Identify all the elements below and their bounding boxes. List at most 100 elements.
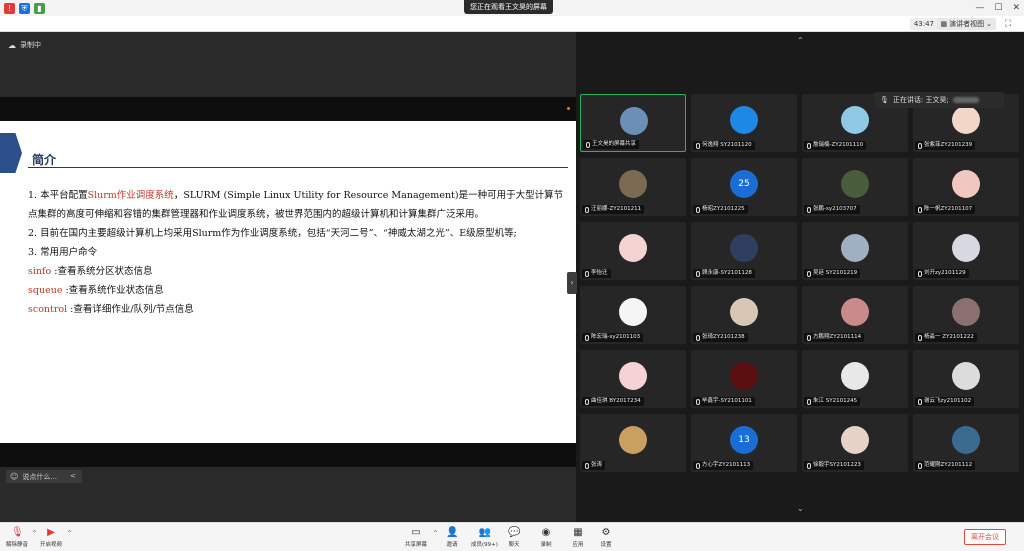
speaker-view-button[interactable]: ▦ 演讲者视图 ⌄ — [936, 18, 996, 30]
participant-tile[interactable]: 汪丽娜-ZY2101211 — [580, 158, 686, 216]
collapse-gallery-handle[interactable]: › — [567, 272, 577, 294]
command-scontrol: scontrol :查看详细作业/队列/节点信息 — [28, 300, 568, 319]
participant-tile[interactable]: 谢云飞zy2101102 — [913, 350, 1019, 408]
participant-name: 范耀刚ZY2101112 — [924, 462, 973, 468]
mic-muted-icon — [585, 334, 589, 341]
window-controls: — ☐ ✕ — [975, 0, 1020, 16]
avatar — [730, 106, 758, 134]
participant-name-tag: 王文昊的屏幕共享 — [583, 140, 640, 149]
signal-icon[interactable]: ▮ — [34, 2, 45, 14]
participant-name: 陈一帆ZY2101107 — [924, 206, 973, 212]
start-video-button[interactable]: ▶ 开启视频 — [40, 527, 62, 548]
avatar — [952, 106, 980, 134]
shield-icon[interactable]: ⛨ — [19, 2, 30, 14]
participant-tile[interactable]: 杨淼一 ZY2101222 — [913, 286, 1019, 344]
alert-icon[interactable]: ! — [4, 2, 15, 14]
participant-name-tag: 张琦ZY2101238 — [693, 333, 748, 342]
members-button[interactable]: 👥 成员(99+) — [471, 527, 498, 548]
participant-tile[interactable]: 张涛 — [580, 414, 686, 472]
grid-icon: ▦ — [940, 20, 948, 28]
shared-screen: ☁ 录制中 简介 1. 本平台配置Slurm作业调度系统，SLURM (Simp… — [0, 32, 576, 522]
chat-button[interactable]: 💬 聊天 — [508, 527, 520, 548]
participant-tile[interactable]: 25 杨昭ZY2101225 — [691, 158, 797, 216]
mic-muted-icon — [696, 270, 700, 277]
presentation-slide: 简介 1. 本平台配置Slurm作业调度系统，SLURM (Simple Lin… — [0, 121, 576, 443]
settings-label: 设置 — [600, 542, 612, 548]
participant-tile[interactable]: 刘开zy2101129 — [913, 222, 1019, 280]
record-button[interactable]: ◉ 录制 — [540, 527, 552, 548]
mic-muted-icon — [696, 398, 700, 405]
participant-tile[interactable]: 张琦ZY2101238 — [691, 286, 797, 344]
participant-tile[interactable]: 吴廷 SY2101219 — [802, 222, 908, 280]
participant-tile[interactable]: 何逸翔 SY2101120 — [691, 94, 797, 152]
status-icons: ! ⛨ ▮ — [0, 2, 45, 14]
chat-label: 聊天 — [508, 542, 520, 548]
participant-name: 顾永康-SY2101128 — [702, 270, 752, 276]
invite-button[interactable]: 👤 邀请 — [446, 527, 458, 548]
participant-tile[interactable]: 毕鑫宇-SY2101101 — [691, 350, 797, 408]
participant-tile[interactable]: 李怡迁 — [580, 222, 686, 280]
blurred-name — [952, 97, 979, 103]
participant-name: 方鹏翔ZY2101114 — [813, 334, 862, 340]
close-icon[interactable]: ✕ — [1012, 0, 1020, 16]
participant-tile[interactable]: 朱江 SY2101245 — [802, 350, 908, 408]
leave-meeting-button[interactable]: 离开会议 — [964, 529, 1006, 545]
share-screen-button[interactable]: ▭ 共享屏幕 — [405, 527, 427, 548]
participant-tile[interactable]: 方鹏翔ZY2101114 — [802, 286, 908, 344]
slide-divider — [28, 167, 568, 168]
participant-name: 谢云飞zy2101102 — [924, 398, 972, 404]
record-icon: ◉ — [541, 527, 551, 538]
participant-name: 张琦ZY2101238 — [702, 334, 745, 340]
settings-button[interactable]: ⚙ 设置 — [600, 527, 612, 548]
emoji-icon[interactable]: ☺ — [10, 472, 18, 481]
speaker-view-label: 演讲者视图 — [949, 20, 985, 28]
command-desc: :查看系统作业状态信息 — [62, 285, 164, 296]
active-speaker-banner: 🎙 正在讲话: 王文昊; — [874, 92, 1004, 108]
participant-name: 张鹏-sy2103707 — [813, 206, 857, 212]
participant-name-tag: 方鹏翔ZY2101114 — [804, 333, 865, 342]
participant-name-tag: 詹瑞楠-ZY2101110 — [804, 141, 867, 150]
gallery-scroll-up-icon[interactable]: ⌃ — [797, 36, 804, 45]
cloud-icon: ☁ — [8, 40, 16, 50]
unmute-button[interactable]: 🎙 解除静音 — [6, 527, 28, 548]
video-options-icon[interactable]: ^ — [67, 530, 72, 537]
participant-tile[interactable]: 徐毅宇SY2101223 — [802, 414, 908, 472]
minimize-icon[interactable]: — — [975, 0, 984, 16]
participant-tile[interactable]: 张鹏-sy2103707 — [802, 158, 908, 216]
chevron-down-icon: ⌄ — [986, 20, 992, 28]
participant-tile[interactable]: 王文昊的屏幕共享 — [580, 94, 686, 152]
apps-button[interactable]: ▦ 应用 — [572, 527, 584, 548]
participant-name: 汪丽娜-ZY2101211 — [591, 206, 642, 212]
mic-muted-icon — [586, 141, 590, 148]
share-screen-icon: ▭ — [411, 527, 421, 538]
avatar — [952, 298, 980, 326]
participant-name-tag: 徐毅宇SY2101223 — [804, 461, 864, 470]
participant-tile[interactable]: 陈一帆ZY2101107 — [913, 158, 1019, 216]
gear-icon: ⚙ — [601, 527, 611, 538]
gallery-scroll-down-icon[interactable]: ⌄ — [797, 504, 804, 513]
mic-muted-icon — [585, 270, 589, 277]
share-screen-label: 共享屏幕 — [405, 542, 428, 548]
avatar — [620, 107, 648, 135]
participant-tile[interactable]: 13 方心宇ZY2101113 — [691, 414, 797, 472]
audio-options-icon[interactable]: ^ — [32, 530, 37, 537]
share-options-icon[interactable]: ^ — [433, 530, 438, 537]
participant-tile[interactable]: 顾永康-SY2101128 — [691, 222, 797, 280]
maximize-icon[interactable]: ☐ — [994, 0, 1002, 16]
participant-name: 徐毅宇SY2101223 — [813, 462, 861, 468]
mic-muted-icon — [696, 206, 700, 213]
mic-muted-icon — [585, 398, 589, 405]
avatar — [841, 106, 869, 134]
meeting-window: ! ⛨ ▮ 您正在观看王文昊的屏幕 — ☐ ✕ 43:47 ▦ 演讲者视图 ⌄ … — [0, 0, 1024, 551]
recording-indicator: ☁ 录制中 — [8, 40, 41, 50]
command-sinfo: sinfo :查看系统分区状态信息 — [28, 262, 568, 281]
participant-tile[interactable]: 陈宏瑞-sy2101103 — [580, 286, 686, 344]
participant-tile[interactable]: 范耀刚ZY2101112 — [913, 414, 1019, 472]
mic-muted-icon — [696, 142, 700, 149]
chat-collapse-icon[interactable]: < — [70, 470, 76, 483]
active-speaker-label: 正在讲话: 王文昊; — [892, 96, 949, 104]
participant-name-tag: 张涛 — [582, 461, 606, 470]
avatar — [841, 170, 869, 198]
fullscreen-icon[interactable]: ⛶ — [1002, 18, 1014, 30]
participant-tile[interactable]: 曲佳琪 BY2017234 — [580, 350, 686, 408]
